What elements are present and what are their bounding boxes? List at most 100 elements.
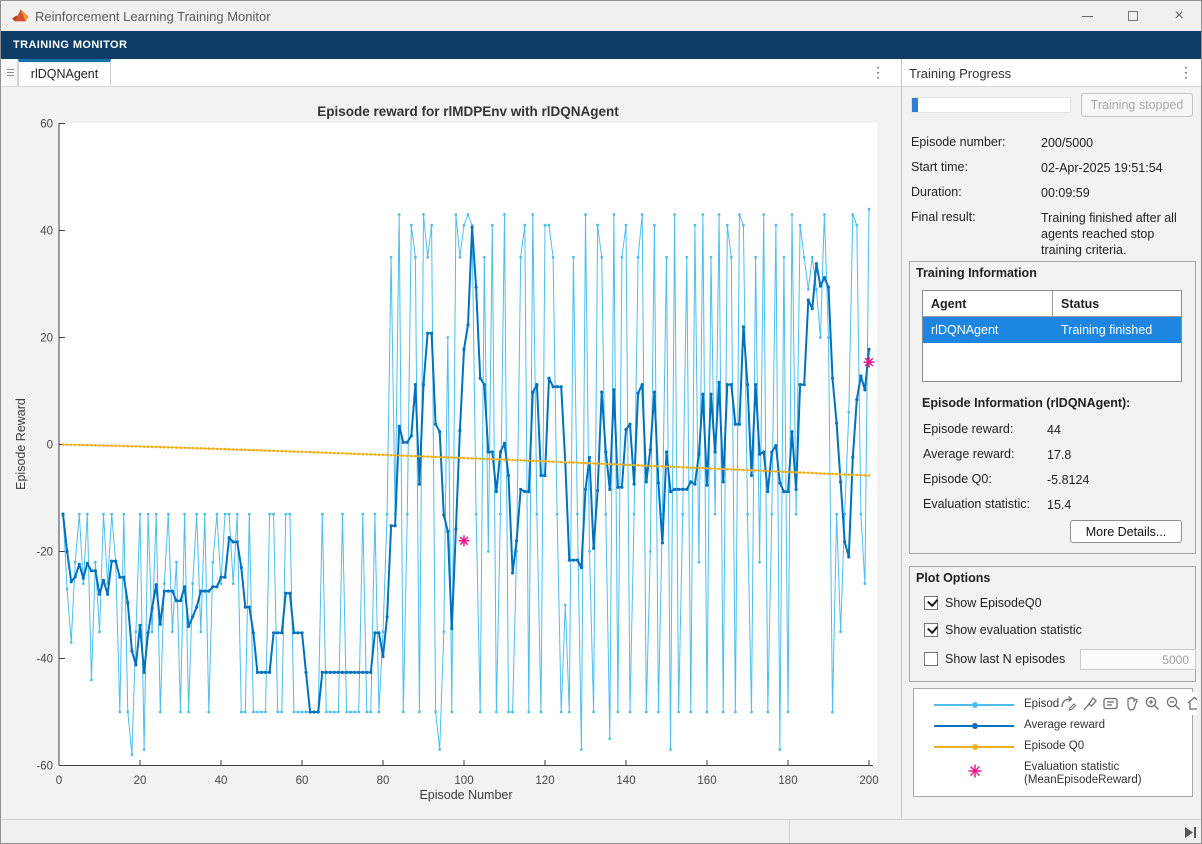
- app-window: Reinforcement Learning Training Monitor …: [0, 0, 1202, 844]
- document-tab-label: rlDQNAgent: [31, 67, 98, 81]
- svg-text:40: 40: [40, 226, 53, 238]
- training-chart: Episode reward for rlMDPEnv with rlDQNAg…: [1, 87, 901, 819]
- agent-column-header[interactable]: Agent: [923, 291, 1053, 316]
- svg-text:20: 20: [134, 775, 147, 787]
- legend-average-reward: Average reward: [914, 718, 1192, 734]
- final-result-value: Training finished after all agents reach…: [1041, 210, 1195, 258]
- right-panel-title: Training Progress: [909, 66, 1011, 81]
- zoom-in-icon[interactable]: [1143, 694, 1162, 714]
- legend-label: Episode Q0: [1024, 740, 1084, 752]
- svg-text:-20: -20: [36, 547, 53, 559]
- legend-label: Evaluation statistic: [1024, 761, 1119, 773]
- agent-status-table: Agent Status rlDQNAgent Training finishe…: [922, 290, 1182, 382]
- datatips-icon[interactable]: [1101, 694, 1120, 714]
- episode-number-value: 200/5000: [1041, 135, 1195, 151]
- pan-icon[interactable]: [1122, 694, 1141, 714]
- legend-label: Average reward: [1024, 719, 1105, 731]
- svg-text:60: 60: [40, 119, 53, 131]
- ribbon-tab-training-monitor[interactable]: TRAINING MONITOR: [13, 39, 127, 51]
- export-icon[interactable]: [1059, 694, 1078, 714]
- svg-text:120: 120: [535, 775, 554, 787]
- svg-text:Episode Number: Episode Number: [419, 788, 512, 802]
- episode-information-title: Episode Information (rlDQNAgent):: [922, 396, 1130, 410]
- legend-episode-q0: Episode Q0: [914, 739, 1192, 755]
- show-last-n-episodes-label: Show last N episodes: [945, 652, 1065, 666]
- svg-text:-40: -40: [36, 654, 53, 666]
- status-bar-divider: [789, 820, 790, 844]
- svg-text:Episode Reward: Episode Reward: [14, 398, 28, 490]
- svg-text:Episode reward for rlMDPEnv wi: Episode reward for rlMDPEnv with rlDQNAg…: [317, 104, 619, 119]
- status-column-header[interactable]: Status: [1053, 291, 1181, 316]
- show-episodeq0-checkbox[interactable]: [924, 596, 938, 610]
- duration-label: Duration:: [911, 185, 962, 199]
- title-bar: Reinforcement Learning Training Monitor …: [1, 1, 1201, 31]
- svg-text:180: 180: [778, 775, 797, 787]
- svg-text:140: 140: [616, 775, 635, 787]
- show-evaluation-statistic-checkbox[interactable]: [924, 623, 938, 637]
- training-stopped-button[interactable]: Training stopped: [1081, 93, 1193, 117]
- more-details-button[interactable]: More Details...: [1070, 520, 1182, 543]
- evaluation-statistic-label: Evaluation statistic:: [923, 497, 1030, 511]
- plot-options-title: Plot Options: [916, 571, 990, 585]
- last-n-episodes-input[interactable]: [1080, 649, 1196, 670]
- maximize-button[interactable]: [1113, 1, 1153, 31]
- start-time-value: 02-Apr-2025 19:51:54: [1041, 160, 1195, 176]
- training-information-group: Training Information Agent Status rlDQNA…: [909, 261, 1196, 554]
- status-cell: Training finished: [1053, 317, 1181, 343]
- show-last-n-episodes-checkbox[interactable]: [924, 652, 938, 666]
- document-tab-rldqnagent[interactable]: rlDQNAgent: [18, 59, 111, 86]
- status-bar: [1, 819, 1201, 844]
- start-time-label: Start time:: [911, 160, 968, 174]
- plot-options-group: Plot Options Show EpisodeQ0 Show evaluat…: [909, 566, 1196, 682]
- svg-text:200: 200: [859, 775, 878, 787]
- asterisk-icon: [966, 762, 984, 780]
- svg-text:20: 20: [40, 333, 53, 345]
- progress-fill: [912, 98, 918, 112]
- show-last-n-episodes-option[interactable]: Show last N episodes: [924, 652, 1065, 666]
- ribbon: TRAINING MONITOR: [1, 31, 1201, 59]
- training-information-title: Training Information: [916, 266, 1037, 280]
- final-result-label: Final result:: [911, 210, 976, 224]
- close-button[interactable]: ×: [1159, 1, 1199, 31]
- training-progress-bar: [911, 97, 1071, 113]
- svg-text:60: 60: [296, 775, 309, 787]
- duration-value: 00:09:59: [1041, 185, 1195, 201]
- svg-text:160: 160: [697, 775, 716, 787]
- legend-label-line2: (MeanEpisodeReward): [1024, 774, 1142, 786]
- close-icon: ×: [1174, 8, 1183, 24]
- expand-panel-icon[interactable]: [1185, 826, 1197, 839]
- average-reward-marker: [972, 723, 978, 729]
- episode-reward-value: 44: [1047, 422, 1201, 438]
- average-reward-value: 17.8: [1047, 447, 1201, 463]
- svg-text:0: 0: [56, 775, 62, 787]
- show-evaluation-statistic-label: Show evaluation statistic: [945, 623, 1082, 637]
- document-scrollbar[interactable]: [1, 820, 789, 844]
- episode-q0-value: -5.8124: [1047, 472, 1201, 488]
- training-progress-panel: Training stopped Episode number: 200/500…: [902, 87, 1202, 819]
- minimize-button[interactable]: [1067, 1, 1107, 31]
- episode-q0-marker: [972, 744, 978, 750]
- agent-cell: rlDQNAgent: [923, 317, 1053, 343]
- show-episodeq0-option[interactable]: Show EpisodeQ0: [924, 596, 1042, 610]
- svg-text:100: 100: [454, 775, 473, 787]
- svg-text:80: 80: [377, 775, 390, 787]
- svg-text:0: 0: [47, 440, 53, 452]
- show-evaluation-statistic-option[interactable]: Show evaluation statistic: [924, 623, 1082, 637]
- minimize-icon: [1082, 16, 1093, 17]
- brush-icon[interactable]: [1080, 694, 1099, 714]
- table-row[interactable]: rlDQNAgent Training finished: [923, 317, 1181, 343]
- restore-view-icon[interactable]: [1185, 694, 1197, 714]
- zoom-out-icon[interactable]: [1164, 694, 1183, 714]
- maximize-icon: [1128, 11, 1138, 21]
- axes-toolbar: [1059, 692, 1197, 715]
- figure-area: Episode reward for rlMDPEnv with rlDQNAg…: [1, 87, 901, 819]
- panel-actions-button[interactable]: ⋮: [1177, 59, 1195, 86]
- tab-drag-handle[interactable]: [3, 59, 18, 86]
- average-reward-label: Average reward:: [923, 447, 1015, 461]
- legend-evaluation-statistic: Evaluation statistic (MeanEpisodeReward): [914, 760, 1192, 792]
- document-actions-button[interactable]: ⋮: [869, 59, 887, 86]
- episode-q0-label: Episode Q0:: [923, 472, 992, 486]
- svg-text:40: 40: [215, 775, 228, 787]
- matlab-logo-icon: [11, 7, 29, 25]
- show-episodeq0-label: Show EpisodeQ0: [945, 596, 1042, 610]
